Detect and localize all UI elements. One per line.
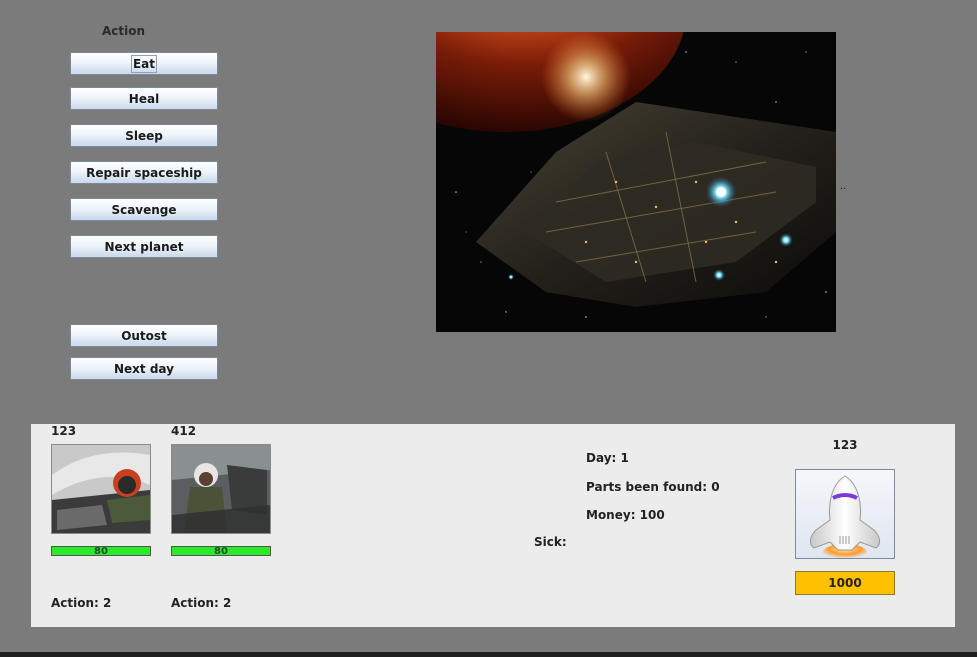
crew-health-bar-1: 80 [51,546,151,557]
crew-portrait-2[interactable] [171,444,271,534]
pilot-cockpit-icon [52,445,150,533]
outpost-button[interactable]: Outost [70,324,218,347]
action-heading: Action [102,24,146,38]
ship-image[interactable] [795,469,895,559]
heal-button[interactable]: Heal [70,87,218,110]
sleep-button[interactable]: Sleep [70,124,218,147]
next-day-button[interactable]: Next day [70,357,218,380]
parts-found-label: Parts been found: 0 [586,480,720,494]
money-label: Money: 100 [586,508,665,522]
day-label: Day: 1 [586,451,629,465]
crew-health-bar-2: 80 [171,546,271,557]
ship-shield-bar: 1000 [795,571,895,595]
crew-name-1: 123 [51,424,77,438]
pilot-cockpit-icon [172,445,270,533]
scavenge-button-label: Scavenge [111,202,177,217]
heal-button-label: Heal [128,91,160,106]
crew-portrait-1[interactable] [51,444,151,534]
crew-health-label-2: 80 [214,546,228,557]
space-scene-image [436,32,836,332]
scene-marker: .. [840,181,847,192]
repair-spaceship-button-label: Repair spaceship [86,165,202,180]
crew-action-count-1: Action: 2 [51,596,112,610]
sleep-button-label: Sleep [125,128,163,143]
eat-button[interactable]: Eat [70,52,218,75]
status-panel: 123 80 Action: 2 412 80 Action: 2 Day: 1… [31,424,955,627]
crew-health-label-1: 80 [94,546,108,557]
outpost-button-label: Outost [121,328,167,343]
crew-name-2: 412 [171,424,197,438]
next-planet-button-label: Next planet [104,239,184,254]
ship-name: 123 [832,438,858,452]
bottom-edge [0,652,977,657]
sick-label: Sick: [534,535,567,549]
ship-shield-value: 1000 [828,576,862,590]
scavenge-button[interactable]: Scavenge [70,198,218,221]
repair-spaceship-button[interactable]: Repair spaceship [70,161,218,184]
next-day-button-label: Next day [114,361,174,376]
spaceship-icon [809,475,881,558]
crew-action-count-2: Action: 2 [171,596,232,610]
next-planet-button[interactable]: Next planet [70,235,218,258]
eat-button-label: Eat [130,54,158,73]
spaceship-illustration [436,32,836,332]
